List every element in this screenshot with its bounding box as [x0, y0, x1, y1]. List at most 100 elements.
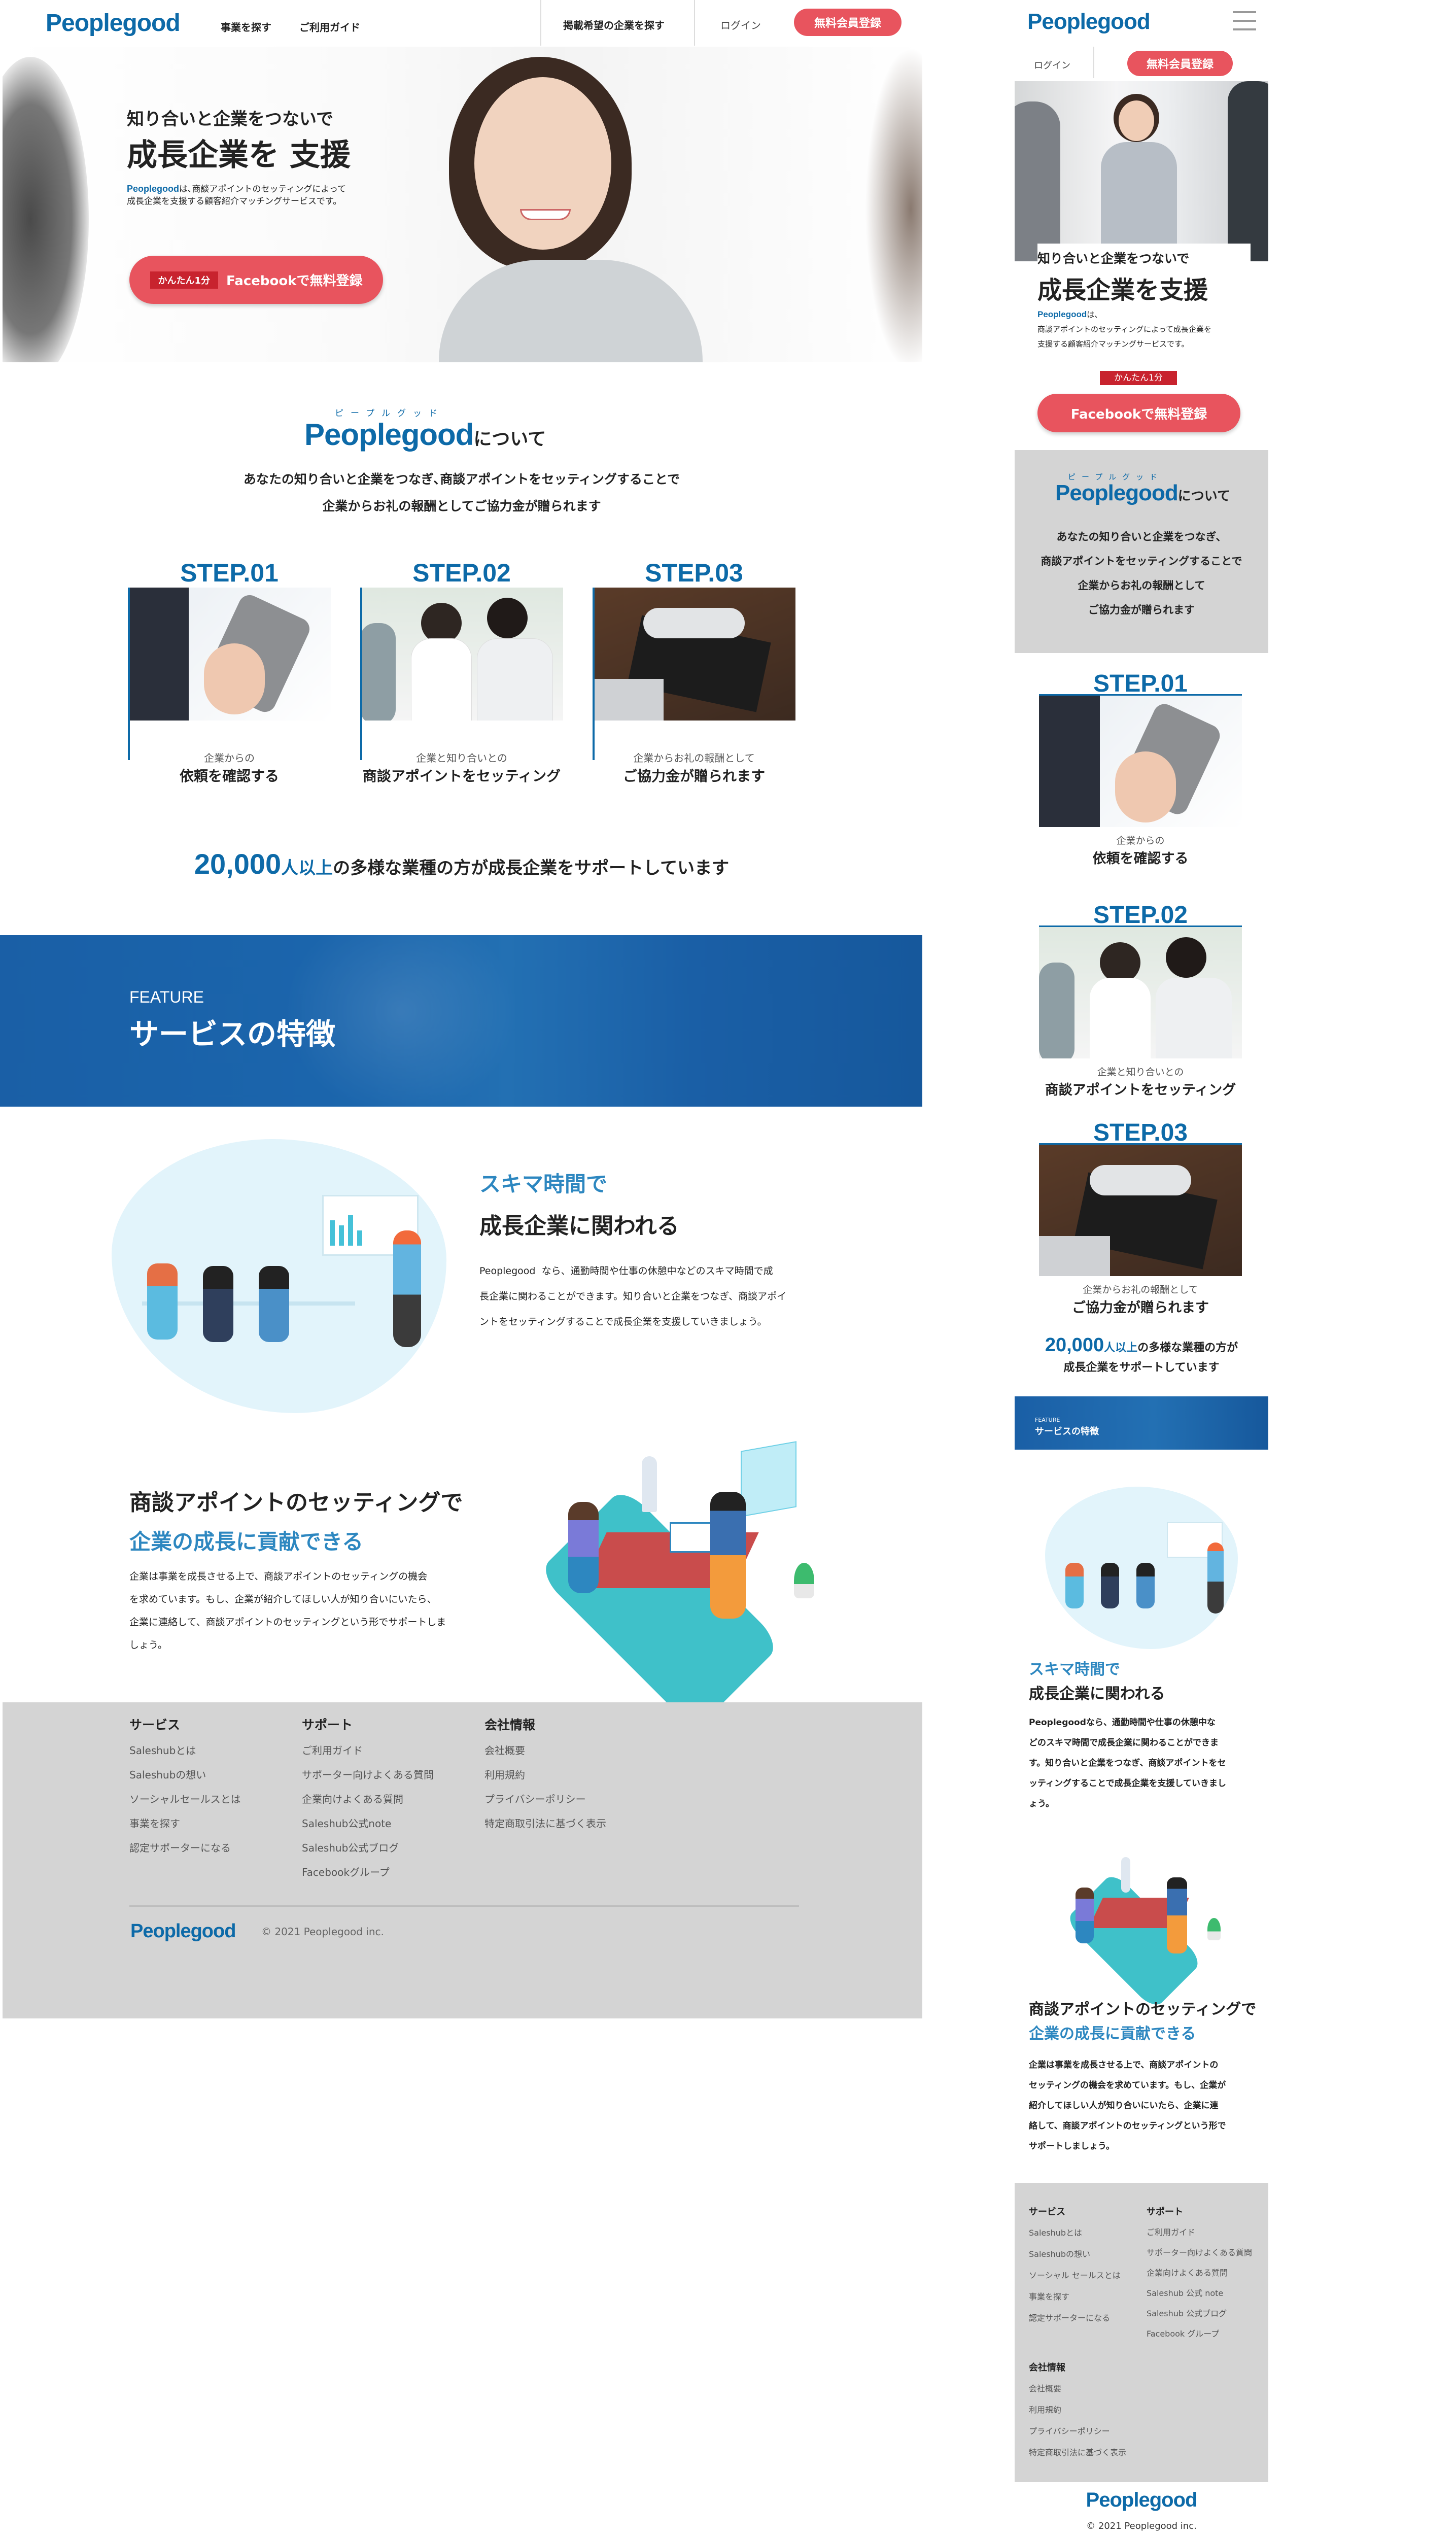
login-link[interactable]: ログイン — [720, 17, 761, 32]
mobile-about: ピープルグッド Peoplegoodについて あなたの知り合いと企業をつなぎ、 … — [1015, 450, 1268, 653]
stats-desc: の多様な業種の方が成長企業をサポートしています — [333, 858, 730, 878]
mobile-signup-button[interactable]: 無料会員登録 — [1127, 51, 1233, 76]
mobile-facebook-button[interactable]: Facebookで無料登録 — [1037, 394, 1240, 432]
hero-person-left — [3, 57, 89, 362]
hero-line1: 知り合いと企業をつないで — [127, 109, 333, 129]
mobile-login-link[interactable]: ログイン — [1034, 58, 1070, 72]
hero-section: 知り合いと企業をつないで 成長企業を 支援 Peoplegoodは､商談アポイン… — [3, 47, 922, 362]
footer-link[interactable]: 会社概要 — [1029, 2378, 1126, 2399]
nav-divider — [540, 0, 541, 46]
step-label: STEP.01 — [180, 559, 279, 587]
desktop-page: Peoplegood 事業を探す ご利用ガイド 掲載希望の企業を探す ログイン … — [0, 0, 923, 2030]
feature1-body: Peoplegood なら、通勤時間や仕事の休憩中などのスキマ時間で成 長企業に… — [479, 1265, 787, 1327]
feature2-h1: 商談アポイントのセッティングで — [129, 1490, 463, 1516]
feature1-h1: スキマ時間で — [479, 1172, 608, 1196]
footer-link[interactable]: Saleshub 公式ブログ — [1147, 2304, 1252, 2324]
mobile-footer-logo[interactable]: Peoplegood — [1015, 2489, 1268, 2512]
footer-link[interactable]: ソーシャル セールスとは — [1029, 2265, 1121, 2286]
mobile-feature-banner: FEATURE サービスの特徴 — [1015, 1396, 1268, 1450]
footer-link[interactable]: 利用規約 — [484, 1763, 662, 1787]
footer-link[interactable]: Facebookグループ — [302, 1860, 469, 1884]
audience-2 — [203, 1266, 233, 1342]
feature2-illustration — [517, 1441, 832, 1731]
mobile-brand-logo[interactable]: Peoplegood — [1027, 9, 1151, 35]
footer-link[interactable]: 認定サポーターになる — [129, 1836, 282, 1860]
footer-link[interactable]: 企業向けよくある質問 — [302, 1787, 469, 1811]
step-card-1: STEP.01 企業からの 依頼を確認する — [128, 559, 331, 784]
footer-link[interactable]: Saleshubの想い — [129, 1763, 282, 1787]
hero-woman-photo — [419, 47, 713, 362]
feature1-illustration — [112, 1139, 446, 1413]
footer-link[interactable]: Saleshub公式note — [302, 1811, 469, 1836]
footer-link[interactable]: 企業向けよくある質問 — [1147, 2263, 1252, 2283]
footer-link[interactable]: 特定商取引法に基づく表示 — [1029, 2442, 1126, 2463]
nav-guide[interactable]: ご利用ガイド — [299, 19, 360, 34]
feature-title: サービスの特徴 — [129, 1017, 336, 1051]
mobile-feature1-body: Peoplegoodなら、通勤時間や仕事の休憩中な どのスキマ時間で成長企業に関… — [1029, 1718, 1226, 1809]
feature2-body: 企業は事業を成長させる上で、商談アポイントのセッティングの機会 を求めています。… — [129, 1571, 446, 1651]
hero-cta-label: Facebookで無料登録 — [226, 273, 363, 289]
step-main: ご協力金が贈られます — [622, 768, 765, 784]
about-title: Peoplegoodについて — [304, 418, 546, 452]
step-card-3: STEP.03 企業からお礼の報酬として ご協力金が贈られます — [593, 559, 795, 784]
footer-link[interactable]: 事業を探す — [1029, 2286, 1121, 2308]
footer-link[interactable]: Saleshubとは — [129, 1738, 282, 1763]
mobile-feature1-illustration — [1045, 1487, 1238, 1649]
footer-link[interactable]: ソーシャルセールスとは — [129, 1787, 282, 1811]
footer-logo[interactable]: Peoplegood — [130, 1921, 236, 1942]
step-photo-meeting — [360, 588, 563, 721]
about-line1: あなたの知り合いと企業をつなぎ､商談アポイントをセッティングすることで — [243, 472, 680, 487]
footer-link[interactable]: Saleshubの想い — [1029, 2244, 1121, 2265]
chart-panel — [741, 1441, 796, 1517]
nav-post[interactable]: 掲載希望の企業を探す — [563, 17, 665, 32]
step-main: 依頼を確認する — [179, 768, 279, 784]
footer-link[interactable]: サポーター向けよくある質問 — [302, 1763, 469, 1787]
mobile-copyright: © 2021 Peoplegood inc. — [1086, 2521, 1197, 2531]
mobile-step-1: STEP.01 企業からの 依頼を確認する — [1039, 670, 1242, 868]
footer-link[interactable]: Facebook グループ — [1147, 2324, 1252, 2344]
footer-link[interactable]: サポーター向けよくある質問 — [1147, 2243, 1252, 2263]
footer-link[interactable]: 利用規約 — [1029, 2399, 1126, 2421]
footer-link[interactable]: Saleshub 公式 note — [1147, 2283, 1252, 2304]
step-photo-handshake — [593, 588, 795, 721]
mobile-hero-card: 知り合いと企業をつないで 成長企業を支援 Peoplegoodは、 商談アポイン… — [1037, 244, 1251, 360]
footer-link[interactable]: 認定サポーターになる — [1029, 2308, 1121, 2329]
mobile-stats: 20,000人以上の多様な業種の方が 成長企業をサポートしています — [1045, 1334, 1238, 1374]
desktop-header: Peoplegood 事業を探す ご利用ガイド 掲載希望の企業を探す ログイン … — [0, 0, 923, 46]
stats-unit: 人以上 — [281, 858, 333, 878]
hero-facebook-button[interactable]: かんたん1分 Facebookで無料登録 — [129, 256, 383, 304]
footer-link[interactable]: 事業を探す — [129, 1811, 282, 1836]
mobile-step-2: STEP.02 企業と知り合いとの 商談アポイントをセッティング — [1039, 901, 1242, 1099]
footer-link[interactable]: プライバシーポリシー — [1029, 2421, 1126, 2442]
footer-link[interactable]: ご利用ガイド — [302, 1738, 469, 1763]
hero-badge: かんたん1分 — [150, 271, 219, 289]
footer-link[interactable]: Saleshub公式ブログ — [302, 1836, 469, 1860]
step-card-2: STEP.02 企業と知り合いとの 商談アポイントをセッティング — [360, 559, 563, 784]
feature2-h2: 企業の成長に貢献できる — [129, 1529, 364, 1554]
about-section: ピープルグッド Peoplegoodについて あなたの知り合いと企業をつなぎ､商… — [0, 406, 923, 533]
footer-link[interactable]: Saleshubとは — [1029, 2222, 1121, 2244]
feature-en: FEATURE — [129, 988, 204, 1006]
nav-divider — [694, 0, 695, 46]
feature1-h2: 成長企業に関われる — [479, 1213, 679, 1239]
mobile-step-3: STEP.03 企業からお礼の報酬として ご協力金が贈られます — [1039, 1119, 1242, 1317]
mobile-feature2-body: 企業は事業を成長させる上で、商談アポイントの セッティングの機会を求めています。… — [1029, 2060, 1226, 2151]
footer-service: サービス Saleshubとは Saleshubの想い ソーシャルセールスとは … — [129, 1715, 282, 1860]
mobile-page: Peoplegood ログイン 無料会員登録 知り合いと企業をつないで 成長企業… — [1015, 0, 1268, 2537]
hamburger-icon[interactable] — [1233, 11, 1256, 30]
rocket — [642, 1456, 657, 1512]
presenter — [393, 1230, 421, 1347]
nav-find[interactable]: 事業を探す — [221, 19, 271, 34]
person-right — [710, 1492, 746, 1619]
laptop — [670, 1522, 715, 1553]
step-label: STEP.03 — [645, 559, 743, 587]
hero-person-right — [865, 47, 922, 362]
stats-number: 20,000 — [194, 848, 282, 880]
footer-link[interactable]: 会社概要 — [484, 1738, 662, 1763]
footer-link[interactable]: 特定商取引法に基づく表示 — [484, 1811, 662, 1836]
footer-link[interactable]: プライバシーポリシー — [484, 1787, 662, 1811]
signup-button[interactable]: 無料会員登録 — [794, 9, 902, 36]
brand-logo[interactable]: Peoplegood — [46, 9, 181, 37]
footer-link[interactable]: ご利用ガイド — [1147, 2222, 1252, 2243]
stats-text: 20,000人以上の多様な業種の方が成長企業をサポートしています — [0, 847, 923, 880]
